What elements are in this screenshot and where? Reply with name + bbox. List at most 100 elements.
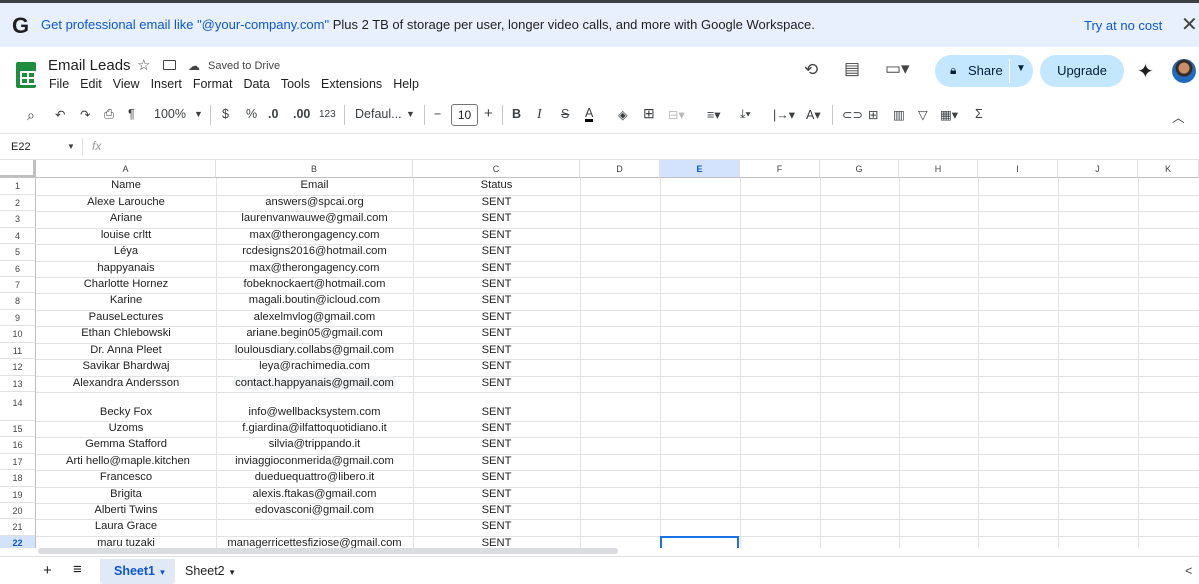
decrease-decimal-button[interactable]: .0: [268, 107, 278, 121]
row-header[interactable]: 19: [0, 487, 36, 503]
menu-extensions[interactable]: Extensions: [321, 77, 382, 91]
table-cell-name[interactable]: Brigita: [36, 488, 216, 500]
sheets-logo-icon[interactable]: [16, 62, 36, 88]
table-cell-name[interactable]: Dr. Anna Pleet: [36, 344, 216, 356]
table-cell-name[interactable]: Savikar Bhardwaj: [36, 360, 216, 372]
table-cell-status[interactable]: SENT: [413, 377, 580, 389]
table-cell-status[interactable]: SENT: [413, 455, 580, 467]
undo-icon[interactable]: ↶: [55, 107, 65, 122]
bold-button[interactable]: B: [512, 107, 521, 121]
table-cell-email[interactable]: loulousdiary.collabs@gmail.com: [216, 344, 413, 356]
table-cell-email[interactable]: silvia@trippando.it: [216, 438, 413, 450]
menu-tools[interactable]: Tools: [281, 77, 310, 91]
italic-button[interactable]: I: [537, 107, 542, 123]
sheet-tab-menu-icon[interactable]: ▼: [228, 568, 236, 577]
table-cell-name[interactable]: Ethan Chlebowski: [36, 327, 216, 339]
row-header[interactable]: 16: [0, 437, 36, 454]
row-header[interactable]: 4: [0, 228, 36, 244]
table-cell-name[interactable]: Karine: [36, 294, 216, 306]
table-cell-email[interactable]: leya@rachimedia.com: [216, 360, 413, 372]
redo-icon[interactable]: ↷: [80, 107, 90, 122]
table-cell-email[interactable]: info@wellbacksystem.com: [216, 406, 413, 418]
menu-file[interactable]: File: [49, 77, 69, 91]
table-cell-email[interactable]: contact.happyanais@gmail.com: [216, 376, 413, 390]
row-header[interactable]: 17: [0, 454, 36, 470]
menu-format[interactable]: Format: [193, 77, 233, 91]
table-cell-email[interactable]: alexis.ftakas@gmail.com: [216, 488, 413, 500]
table-cell-email[interactable]: alexelmvlog@gmail.com: [216, 311, 413, 323]
zoom-select[interactable]: 100%: [154, 107, 186, 121]
table-cell-name[interactable]: Gemma Stafford: [36, 438, 216, 450]
text-rotation-icon[interactable]: A▾: [806, 107, 821, 122]
font-family-select[interactable]: Defaul...: [355, 107, 402, 121]
row-header[interactable]: 21: [0, 519, 36, 536]
row-header[interactable]: 20: [0, 503, 36, 519]
sheet-tab-sheet1[interactable]: Sheet1 ▼: [100, 559, 175, 584]
insert-comment-icon[interactable]: ⊞: [868, 107, 878, 122]
print-icon[interactable]: ⎙: [104, 107, 114, 122]
table-cell-status[interactable]: SENT: [413, 278, 580, 290]
currency-format-button[interactable]: $: [222, 107, 229, 121]
column-header-c[interactable]: C: [413, 160, 580, 178]
table-cell-status[interactable]: SENT: [413, 327, 580, 339]
table-cell-status[interactable]: SENT: [413, 471, 580, 483]
menu-view[interactable]: View: [113, 77, 140, 91]
table-cell-status[interactable]: SENT: [413, 294, 580, 306]
search-menus-icon[interactable]: ⌕: [27, 107, 35, 124]
horizontal-scrollbar[interactable]: [38, 548, 618, 554]
zoom-dropdown-icon[interactable]: ▼: [194, 109, 203, 119]
scroll-tabs-left-icon[interactable]: <: [1185, 564, 1192, 578]
select-all-corner[interactable]: [0, 160, 36, 178]
filter-views-icon[interactable]: ▦▾: [940, 107, 958, 122]
row-header[interactable]: 5: [0, 244, 36, 261]
row-header[interactable]: 7: [0, 277, 36, 293]
move-folder-icon[interactable]: [163, 60, 176, 70]
column-header-k[interactable]: K: [1138, 160, 1199, 178]
table-cell-status[interactable]: SENT: [413, 360, 580, 372]
column-header-a[interactable]: A: [36, 160, 216, 178]
table-cell-name[interactable]: louise crltt: [36, 229, 216, 241]
row-header[interactable]: 1: [0, 178, 36, 195]
smart-chip[interactable]: contact.happyanais@gmail.com: [232, 376, 397, 390]
cloud-saved-icon[interactable]: ☁: [188, 59, 200, 73]
meet-video-icon[interactable]: ▭▾: [885, 59, 910, 79]
all-sheets-icon[interactable]: ≡: [73, 561, 82, 578]
menu-insert[interactable]: Insert: [151, 77, 182, 91]
table-cell-email[interactable]: fobeknockaert@hotmail.com: [216, 278, 413, 290]
add-sheet-icon[interactable]: +: [43, 562, 52, 579]
table-cell-status[interactable]: SENT: [413, 196, 580, 208]
menu-help[interactable]: Help: [393, 77, 419, 91]
filter-icon[interactable]: ▽: [918, 107, 928, 122]
menu-data[interactable]: Data: [243, 77, 269, 91]
row-header[interactable]: 11: [0, 343, 36, 359]
table-cell-email[interactable]: dueduequattro@libero.it: [216, 471, 413, 483]
text-color-button[interactable]: A: [585, 107, 594, 122]
avatar[interactable]: [1172, 59, 1196, 83]
table-cell-email[interactable]: inviaggioconmerida@gmail.com: [216, 455, 413, 467]
table-cell-name[interactable]: Alexe Larouche: [36, 196, 216, 208]
table-cell-name[interactable]: Becky Fox: [36, 406, 216, 418]
table-cell-name[interactable]: happyanais: [36, 262, 216, 274]
table-cell-status[interactable]: SENT: [413, 438, 580, 450]
share-button[interactable]: 🔒︎ Share ▼: [935, 55, 1033, 87]
vertical-align-icon[interactable]: ⤓▾: [740, 107, 751, 122]
text-wrapping-icon[interactable]: |→▾: [773, 107, 795, 122]
table-cell-status[interactable]: SENT: [413, 311, 580, 323]
collapse-toolbar-icon[interactable]: ︿: [1172, 107, 1185, 126]
name-box[interactable]: E22: [11, 141, 31, 153]
table-cell-status[interactable]: SENT: [413, 488, 580, 500]
table-cell-email[interactable]: f.giardina@ilfattoquotidiano.it: [216, 422, 413, 434]
table-cell-name[interactable]: PauseLectures: [36, 311, 216, 323]
column-header-i[interactable]: I: [978, 160, 1058, 178]
selected-cell-e22[interactable]: [660, 536, 739, 548]
row-header[interactable]: 3: [0, 211, 36, 228]
table-cell-email[interactable]: laurenvanwauwe@gmail.com: [216, 212, 413, 224]
row-header[interactable]: 14: [0, 392, 36, 421]
sheet-tab-sheet2[interactable]: Sheet2 ▼: [185, 564, 236, 578]
table-cell-name[interactable]: Léya: [36, 245, 216, 257]
horizontal-align-icon[interactable]: ≡▾: [707, 107, 721, 122]
share-dropdown-icon[interactable]: ▼: [1016, 63, 1026, 74]
table-cell-name[interactable]: Alexandra Andersson: [36, 377, 216, 389]
fill-color-icon[interactable]: ◈: [618, 107, 628, 122]
row-header[interactable]: 8: [0, 293, 36, 310]
